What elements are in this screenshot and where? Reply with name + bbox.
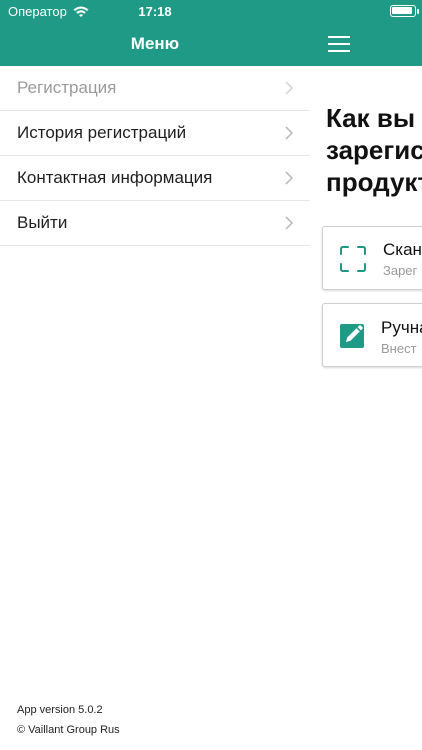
menu-list: Регистрация История регистраций Контактн…: [0, 66, 310, 246]
status-bar-right: [310, 0, 422, 22]
copyright: © Vaillant Group Rus: [17, 724, 120, 736]
option-subtitle: Зарег: [383, 263, 418, 278]
menu-item-label: История регистраций: [17, 123, 187, 142]
status-time: 17:18: [138, 4, 172, 19]
menu-item-history[interactable]: История регистраций: [0, 111, 310, 156]
manual-option-card[interactable]: Ручна Внест: [322, 303, 422, 367]
main-header: [310, 22, 422, 66]
chevron-right-icon: [285, 126, 294, 140]
chevron-right-icon: [285, 216, 294, 230]
scan-frame-icon: [340, 246, 366, 272]
menu-title: Меню: [130, 34, 180, 53]
page-headline: Как вы х зарегис продукт: [326, 103, 422, 197]
menu-header: Меню: [0, 22, 310, 66]
menu-item-label: Контактная информация: [17, 168, 213, 187]
chevron-right-icon: [285, 171, 294, 185]
menu-item-label: Регистрация: [17, 78, 117, 97]
main-screen: Как вы х зарегис продукт Скан Зарег Ручн…: [310, 0, 422, 750]
side-menu-drawer: Оператор 17:18 Меню Регистрация История …: [0, 0, 310, 750]
menu-item-registration[interactable]: Регистрация: [0, 66, 310, 111]
scan-option-card[interactable]: Скан Зарег: [322, 226, 422, 290]
menu-item-label: Выйти: [17, 213, 68, 232]
edit-icon: [340, 324, 364, 348]
chevron-right-icon: [285, 81, 294, 95]
option-subtitle: Внест: [381, 341, 417, 356]
battery-icon: [390, 5, 419, 17]
hamburger-menu-icon[interactable]: [328, 36, 350, 52]
menu-item-logout[interactable]: Выйти: [0, 201, 310, 246]
status-bar: Оператор 17:18: [0, 0, 310, 22]
menu-item-contacts[interactable]: Контактная информация: [0, 156, 310, 201]
option-title: Скан: [383, 240, 422, 259]
option-title: Ручна: [381, 318, 422, 337]
app-footer: App version 5.0.2 © Vaillant Group Rus: [17, 700, 120, 740]
app-version: App version 5.0.2: [17, 704, 103, 716]
